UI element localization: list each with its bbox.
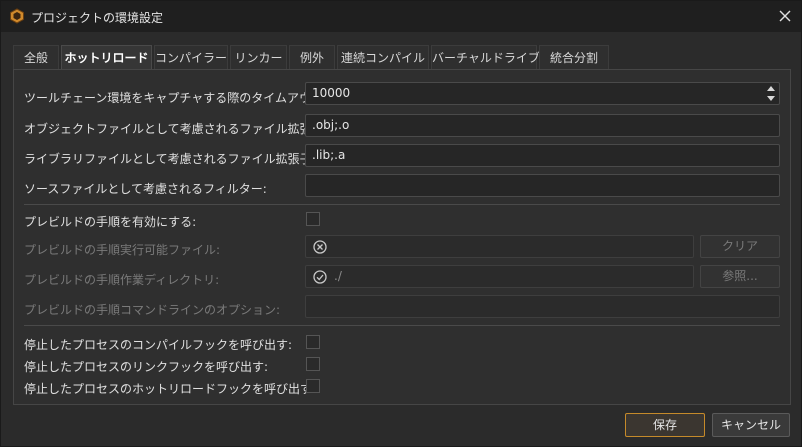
browse-button[interactable]: 参照... <box>700 265 780 288</box>
prebuild-cmd-input[interactable] <box>305 295 780 318</box>
library-ext-label: ライブラリファイルとして考慮されるファイル拡張子: <box>24 152 316 166</box>
hook-hotreload-label: 停止したプロセスのホットリロードフックを呼び出す: <box>24 382 317 396</box>
prebuild-exe-input[interactable] <box>305 235 694 258</box>
close-icon <box>779 10 791 22</box>
tab-amalgamation[interactable]: 統合分割 <box>539 45 609 70</box>
prebuild-dir-value: ./ <box>334 269 342 283</box>
tab-linker[interactable]: リンカー <box>230 45 287 70</box>
library-ext-input[interactable]: .lib;.a <box>305 144 780 167</box>
prebuild-enable-checkbox[interactable] <box>306 212 320 226</box>
settings-panel: ツールチェーン環境をキャプチャする際のタイムアウト (ミリ秒): 10000 オ… <box>13 69 791 405</box>
prebuild-enable-label: プレビルドの手順を有効にする: <box>24 215 197 229</box>
tab-general[interactable]: 全般 <box>13 45 59 70</box>
tab-exceptions[interactable]: 例外 <box>289 45 335 70</box>
save-button[interactable]: 保存 <box>625 413 705 437</box>
tab-compiler[interactable]: コンパイラー <box>154 45 228 70</box>
cancel-button[interactable]: キャンセル <box>712 413 790 437</box>
close-button[interactable] <box>773 5 797 27</box>
separator <box>24 204 780 205</box>
clear-button[interactable]: クリア <box>700 235 780 258</box>
title-bar: プロジェクトの環境設定 <box>1 1 801 32</box>
prebuild-dir-label: プレビルドの手順作業ディレクトリ: <box>24 273 220 287</box>
prebuild-dir-input[interactable]: ./ <box>305 265 694 288</box>
hook-compile-label: 停止したプロセスのコンパイルフックを呼び出す: <box>24 338 293 352</box>
tab-virtual-drive[interactable]: バーチャルドライブ <box>431 45 540 70</box>
valid-path-icon <box>313 270 327 284</box>
tab-continuous-compile[interactable]: 連続コンパイル <box>337 45 429 70</box>
spin-arrows-icon[interactable] <box>765 84 777 103</box>
hook-link-label: 停止したプロセスのリンクフックを呼び出す: <box>24 360 269 374</box>
hook-compile-checkbox[interactable] <box>306 335 320 349</box>
timeout-spinbox[interactable]: 10000 <box>305 82 780 105</box>
hook-hotreload-checkbox[interactable] <box>306 379 320 393</box>
object-ext-label: オブジェクトファイルとして考慮されるファイル拡張子: <box>24 122 328 136</box>
window-title: プロジェクトの環境設定 <box>31 11 164 25</box>
separator <box>24 325 780 326</box>
hook-link-checkbox[interactable] <box>306 357 320 371</box>
tab-bar: 全般 ホットリロード コンパイラー リンカー 例外 連続コンパイル バーチャルド… <box>13 45 791 71</box>
prebuild-cmd-label: プレビルドの手順コマンドラインのオプション: <box>24 303 281 317</box>
object-ext-input[interactable]: .obj;.o <box>305 114 780 137</box>
source-filter-input[interactable] <box>305 174 780 197</box>
preferences-dialog: プロジェクトの環境設定 全般 ホットリロード コンパイラー リンカー 例外 連続… <box>0 0 802 447</box>
app-logo-icon <box>9 8 25 24</box>
invalid-path-icon <box>313 240 327 254</box>
source-filter-label: ソースファイルとして考慮されるフィルター: <box>24 182 267 196</box>
tab-hot-reload[interactable]: ホットリロード <box>61 45 152 71</box>
prebuild-exe-label: プレビルドの手順実行可能ファイル: <box>24 243 221 257</box>
timeout-value: 10000 <box>312 86 351 100</box>
